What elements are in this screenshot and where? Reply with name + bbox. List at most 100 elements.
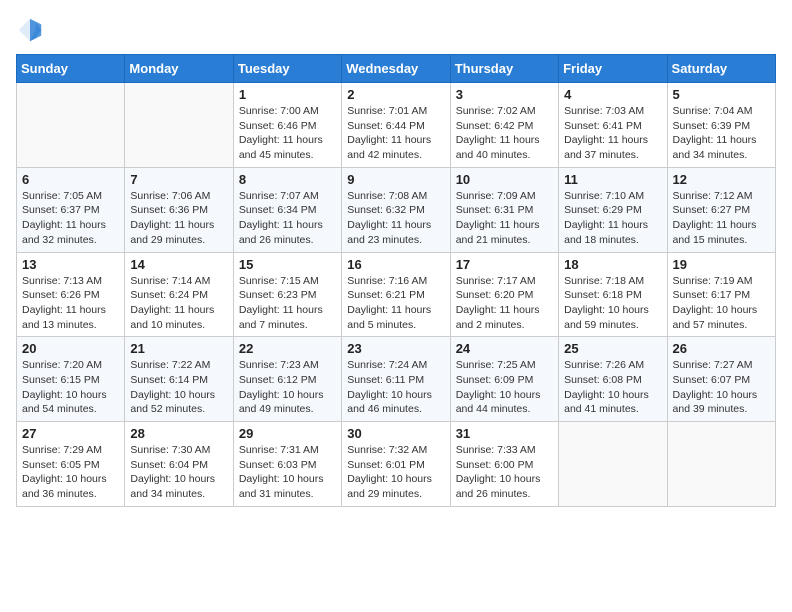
calendar-cell: 24 Sunrise: 7:25 AM Sunset: 6:09 PM Dayli… bbox=[450, 337, 558, 422]
calendar-week-row: 27 Sunrise: 7:29 AM Sunset: 6:05 PM Dayli… bbox=[17, 422, 776, 507]
calendar-header-monday: Monday bbox=[125, 55, 233, 83]
calendar-cell bbox=[559, 422, 667, 507]
calendar-cell bbox=[667, 422, 775, 507]
calendar-cell: 2 Sunrise: 7:01 AM Sunset: 6:44 PM Daylig… bbox=[342, 83, 450, 168]
day-info: Sunrise: 7:32 AM Sunset: 6:01 PM Dayligh… bbox=[347, 443, 444, 502]
day-number: 19 bbox=[673, 257, 770, 272]
calendar-cell: 30 Sunrise: 7:32 AM Sunset: 6:01 PM Dayli… bbox=[342, 422, 450, 507]
calendar-cell: 29 Sunrise: 7:31 AM Sunset: 6:03 PM Dayli… bbox=[233, 422, 341, 507]
calendar-cell: 13Sunrise: 7:13 AM Sunset: 6:26 PM Dayli… bbox=[17, 252, 125, 337]
day-info: Sunrise: 7:20 AM Sunset: 6:15 PM Dayligh… bbox=[22, 358, 119, 417]
calendar-cell: 10 Sunrise: 7:09 AM Sunset: 6:31 PM Dayli… bbox=[450, 167, 558, 252]
logo bbox=[16, 16, 48, 44]
day-info: Sunrise: 7:12 AM Sunset: 6:27 PM Dayligh… bbox=[673, 189, 770, 248]
calendar-cell bbox=[125, 83, 233, 168]
day-number: 30 bbox=[347, 426, 444, 441]
calendar-cell: 7 Sunrise: 7:06 AM Sunset: 6:36 PM Daylig… bbox=[125, 167, 233, 252]
calendar-cell: 22 Sunrise: 7:23 AM Sunset: 6:12 PM Dayli… bbox=[233, 337, 341, 422]
calendar-cell: 4 Sunrise: 7:03 AM Sunset: 6:41 PM Daylig… bbox=[559, 83, 667, 168]
day-number: 2 bbox=[347, 87, 444, 102]
day-info: Sunrise: 7:26 AM Sunset: 6:08 PM Dayligh… bbox=[564, 358, 661, 417]
calendar-cell: 9Sunrise: 7:08 AM Sunset: 6:32 PM Daylig… bbox=[342, 167, 450, 252]
day-number: 20 bbox=[22, 341, 119, 356]
day-info: Sunrise: 7:06 AM Sunset: 6:36 PM Dayligh… bbox=[130, 189, 227, 248]
day-number: 29 bbox=[239, 426, 336, 441]
day-info: Sunrise: 7:24 AM Sunset: 6:11 PM Dayligh… bbox=[347, 358, 444, 417]
calendar-cell: 1 Sunrise: 7:00 AM Sunset: 6:46 PM Daylig… bbox=[233, 83, 341, 168]
calendar-cell: 27 Sunrise: 7:29 AM Sunset: 6:05 PM Dayli… bbox=[17, 422, 125, 507]
calendar-cell: 6Sunrise: 7:05 AM Sunset: 6:37 PM Daylig… bbox=[17, 167, 125, 252]
calendar-cell: 12 Sunrise: 7:12 AM Sunset: 6:27 PM Dayli… bbox=[667, 167, 775, 252]
day-info: Sunrise: 7:00 AM Sunset: 6:46 PM Dayligh… bbox=[239, 104, 336, 163]
calendar-cell: 5Sunrise: 7:04 AM Sunset: 6:39 PM Daylig… bbox=[667, 83, 775, 168]
day-number: 21 bbox=[130, 341, 227, 356]
calendar-cell: 16 Sunrise: 7:16 AM Sunset: 6:21 PM Dayli… bbox=[342, 252, 450, 337]
day-info: Sunrise: 7:01 AM Sunset: 6:44 PM Dayligh… bbox=[347, 104, 444, 163]
day-number: 22 bbox=[239, 341, 336, 356]
day-number: 24 bbox=[456, 341, 553, 356]
calendar-cell: 21 Sunrise: 7:22 AM Sunset: 6:14 PM Dayli… bbox=[125, 337, 233, 422]
calendar-cell: 15 Sunrise: 7:15 AM Sunset: 6:23 PM Dayli… bbox=[233, 252, 341, 337]
calendar-cell: 26Sunrise: 7:27 AM Sunset: 6:07 PM Dayli… bbox=[667, 337, 775, 422]
calendar-week-row: 20 Sunrise: 7:20 AM Sunset: 6:15 PM Dayli… bbox=[17, 337, 776, 422]
calendar-cell: 19 Sunrise: 7:19 AM Sunset: 6:17 PM Dayli… bbox=[667, 252, 775, 337]
day-number: 17 bbox=[456, 257, 553, 272]
day-number: 12 bbox=[673, 172, 770, 187]
day-info: Sunrise: 7:33 AM Sunset: 6:00 PM Dayligh… bbox=[456, 443, 553, 502]
day-info: Sunrise: 7:29 AM Sunset: 6:05 PM Dayligh… bbox=[22, 443, 119, 502]
calendar-week-row: 13Sunrise: 7:13 AM Sunset: 6:26 PM Dayli… bbox=[17, 252, 776, 337]
day-number: 10 bbox=[456, 172, 553, 187]
day-info: Sunrise: 7:30 AM Sunset: 6:04 PM Dayligh… bbox=[130, 443, 227, 502]
day-info: Sunrise: 7:23 AM Sunset: 6:12 PM Dayligh… bbox=[239, 358, 336, 417]
day-number: 23 bbox=[347, 341, 444, 356]
day-info: Sunrise: 7:25 AM Sunset: 6:09 PM Dayligh… bbox=[456, 358, 553, 417]
day-number: 25 bbox=[564, 341, 661, 356]
calendar-cell: 23 Sunrise: 7:24 AM Sunset: 6:11 PM Dayli… bbox=[342, 337, 450, 422]
calendar-table: SundayMondayTuesdayWednesdayThursdayFrid… bbox=[16, 54, 776, 507]
day-number: 9 bbox=[347, 172, 444, 187]
day-info: Sunrise: 7:27 AM Sunset: 6:07 PM Dayligh… bbox=[673, 358, 770, 417]
day-info: Sunrise: 7:02 AM Sunset: 6:42 PM Dayligh… bbox=[456, 104, 553, 163]
day-info: Sunrise: 7:09 AM Sunset: 6:31 PM Dayligh… bbox=[456, 189, 553, 248]
calendar-header-tuesday: Tuesday bbox=[233, 55, 341, 83]
day-number: 16 bbox=[347, 257, 444, 272]
page-header bbox=[16, 16, 776, 44]
calendar-cell: 31 Sunrise: 7:33 AM Sunset: 6:00 PM Dayli… bbox=[450, 422, 558, 507]
day-number: 3 bbox=[456, 87, 553, 102]
day-number: 15 bbox=[239, 257, 336, 272]
calendar-cell: 3 Sunrise: 7:02 AM Sunset: 6:42 PM Daylig… bbox=[450, 83, 558, 168]
calendar-header-sunday: Sunday bbox=[17, 55, 125, 83]
calendar-header-wednesday: Wednesday bbox=[342, 55, 450, 83]
day-info: Sunrise: 7:07 AM Sunset: 6:34 PM Dayligh… bbox=[239, 189, 336, 248]
day-info: Sunrise: 7:22 AM Sunset: 6:14 PM Dayligh… bbox=[130, 358, 227, 417]
calendar-cell: 28Sunrise: 7:30 AM Sunset: 6:04 PM Dayli… bbox=[125, 422, 233, 507]
day-number: 31 bbox=[456, 426, 553, 441]
day-number: 18 bbox=[564, 257, 661, 272]
calendar-header-thursday: Thursday bbox=[450, 55, 558, 83]
day-number: 27 bbox=[22, 426, 119, 441]
calendar-cell: 20 Sunrise: 7:20 AM Sunset: 6:15 PM Dayli… bbox=[17, 337, 125, 422]
calendar-header-friday: Friday bbox=[559, 55, 667, 83]
day-info: Sunrise: 7:03 AM Sunset: 6:41 PM Dayligh… bbox=[564, 104, 661, 163]
calendar-cell: 14Sunrise: 7:14 AM Sunset: 6:24 PM Dayli… bbox=[125, 252, 233, 337]
day-number: 8 bbox=[239, 172, 336, 187]
day-number: 1 bbox=[239, 87, 336, 102]
day-info: Sunrise: 7:15 AM Sunset: 6:23 PM Dayligh… bbox=[239, 274, 336, 333]
day-info: Sunrise: 7:19 AM Sunset: 6:17 PM Dayligh… bbox=[673, 274, 770, 333]
day-info: Sunrise: 7:31 AM Sunset: 6:03 PM Dayligh… bbox=[239, 443, 336, 502]
calendar-cell: 25 Sunrise: 7:26 AM Sunset: 6:08 PM Dayli… bbox=[559, 337, 667, 422]
calendar-cell: 17Sunrise: 7:17 AM Sunset: 6:20 PM Dayli… bbox=[450, 252, 558, 337]
day-number: 5 bbox=[673, 87, 770, 102]
day-info: Sunrise: 7:18 AM Sunset: 6:18 PM Dayligh… bbox=[564, 274, 661, 333]
calendar-cell: 8 Sunrise: 7:07 AM Sunset: 6:34 PM Daylig… bbox=[233, 167, 341, 252]
day-info: Sunrise: 7:13 AM Sunset: 6:26 PM Dayligh… bbox=[22, 274, 119, 333]
day-number: 11 bbox=[564, 172, 661, 187]
calendar-header-saturday: Saturday bbox=[667, 55, 775, 83]
day-number: 4 bbox=[564, 87, 661, 102]
calendar-week-row: 6Sunrise: 7:05 AM Sunset: 6:37 PM Daylig… bbox=[17, 167, 776, 252]
day-info: Sunrise: 7:16 AM Sunset: 6:21 PM Dayligh… bbox=[347, 274, 444, 333]
calendar-week-row: 1 Sunrise: 7:00 AM Sunset: 6:46 PM Daylig… bbox=[17, 83, 776, 168]
day-info: Sunrise: 7:05 AM Sunset: 6:37 PM Dayligh… bbox=[22, 189, 119, 248]
calendar-cell: 18 Sunrise: 7:18 AM Sunset: 6:18 PM Dayli… bbox=[559, 252, 667, 337]
day-number: 7 bbox=[130, 172, 227, 187]
